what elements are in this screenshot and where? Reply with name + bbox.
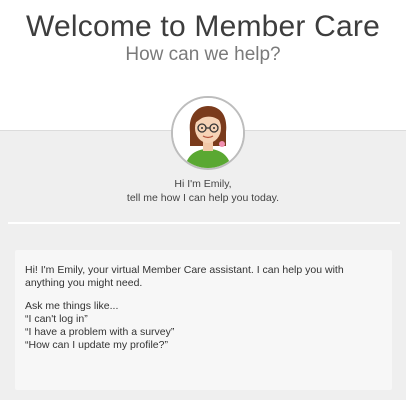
assistant-intro: Hi I'm Emily, tell me how I can help you…: [0, 177, 406, 205]
intro-line-2: tell me how I can help you today.: [126, 192, 280, 204]
example-item: “I can't log in”: [25, 313, 88, 325]
message-prompt: Ask me things like...: [25, 300, 119, 312]
divider: [8, 222, 400, 224]
intro-line-1: Hi I'm Emily,: [174, 178, 232, 190]
assistant-message-bubble: Hi! I'm Emily, your virtual Member Care …: [15, 250, 392, 390]
assistant-avatar-icon: [171, 96, 245, 170]
example-item: “How can I update my profile?”: [25, 339, 168, 351]
example-item: “I have a problem with a survey”: [25, 326, 175, 338]
page-title: Welcome to Member Care: [26, 10, 380, 43]
message-greeting: Hi! I'm Emily, your virtual Member Care …: [25, 264, 344, 289]
page-subtitle: How can we help?: [125, 44, 281, 65]
example-list: “I can't log in” “I have a problem with …: [25, 313, 382, 352]
